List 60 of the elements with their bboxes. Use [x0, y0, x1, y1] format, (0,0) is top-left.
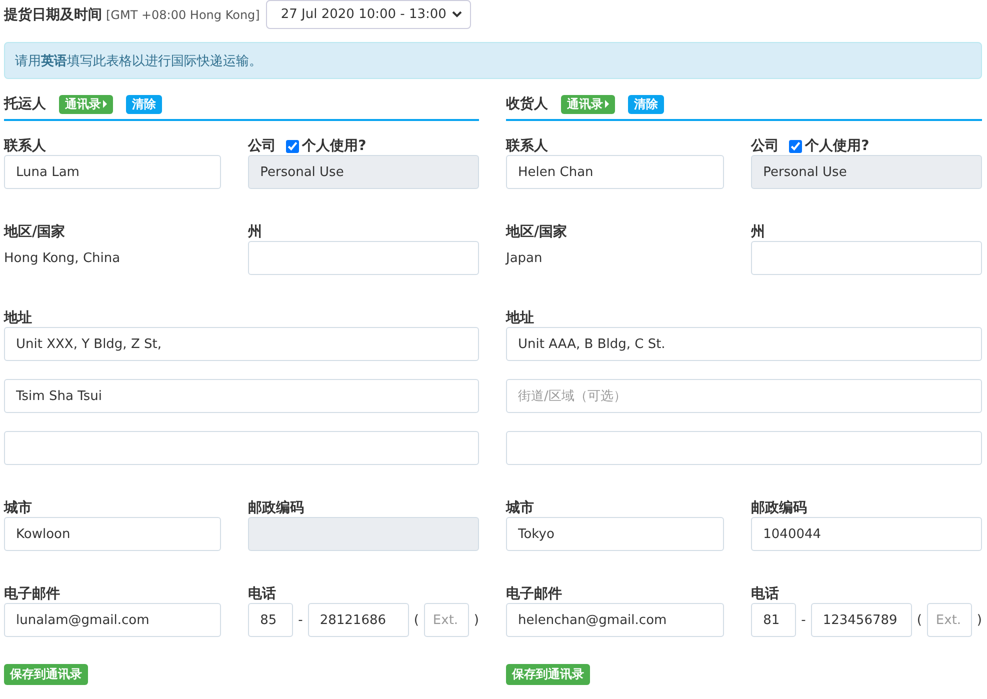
address-field[interactable]: 街道/区域（可选） [506, 379, 982, 413]
personal-use-checkbox[interactable] [286, 140, 300, 152]
field-label: 邮政编码 [248, 499, 306, 517]
address-field[interactable]: Unit XXX, Y Bldg, Z St, [4, 327, 479, 361]
field-label: 城市 [4, 499, 33, 517]
field-label: 州 [751, 223, 766, 241]
checkbox-label: 个人使用? [805, 137, 870, 155]
phone-number-field[interactable]: 123456789 [810, 603, 912, 637]
region-text: Japan [506, 250, 544, 268]
bracket-separator: ( [916, 612, 922, 628]
postal-code-field[interactable]: 1040044 [751, 517, 982, 551]
state-field[interactable] [751, 241, 982, 275]
contact-field[interactable]: Helen Chan [506, 155, 724, 189]
field-label: 地址 [4, 309, 33, 327]
alert-text: 请用英语填写此表格以进行国际快递运输。 [15, 52, 262, 70]
field-label: 联系人 [506, 137, 549, 155]
pickup-time-dropdown[interactable]: 27 Jul 2020 10:00 - 13:00 [266, 0, 471, 29]
field-label: 联系人 [4, 137, 47, 155]
field-label: 城市 [506, 499, 535, 517]
checkbox-label: 个人使用? [302, 137, 366, 155]
bracket-separator: ) [474, 612, 479, 628]
dash-separator: - [298, 612, 303, 628]
field-label: 州 [248, 223, 264, 241]
contact-field[interactable]: Luna Lam [4, 155, 222, 189]
section-title: 收货人 [506, 95, 548, 113]
country-code-field[interactable]: 81 [751, 603, 796, 637]
pickup-label: 提货日期及时间 [4, 6, 102, 24]
state-field[interactable] [248, 241, 479, 275]
personal-use-checkbox[interactable] [789, 140, 802, 152]
field-label: 电子邮件 [506, 585, 563, 603]
field-label: 电话 [751, 585, 780, 603]
section-title: 托运人 [4, 95, 46, 113]
field-label: 电话 [248, 585, 278, 603]
extension-field[interactable]: Ext. [926, 603, 972, 637]
city-field[interactable]: Tokyo [506, 517, 724, 551]
field-label: 电子邮件 [4, 585, 61, 603]
field-label: 地址 [506, 309, 535, 327]
email-field[interactable]: lunalam@gmail.com [4, 603, 222, 637]
email-field[interactable]: helenchan@gmail.com [506, 603, 724, 637]
region-text: Hong Kong, China [4, 250, 122, 268]
caret-icon [103, 100, 107, 108]
dash-separator: - [801, 612, 806, 628]
caret-icon [605, 100, 609, 108]
address-field[interactable]: Tsim Sha Tsui [4, 379, 479, 413]
field-label: 公司 [248, 137, 276, 155]
city-field[interactable]: Kowloon [4, 517, 222, 551]
field-label: 公司 [751, 137, 780, 155]
address-field[interactable] [4, 431, 479, 465]
phone-number-field[interactable]: 28121686 [308, 603, 409, 637]
bracket-separator: ) [976, 612, 982, 628]
timezone-text: [GMT +08:00 Hong Kong] [106, 8, 260, 22]
field-label: 邮政编码 [751, 499, 808, 517]
chevron-down-icon [452, 11, 462, 18]
address-field[interactable]: Unit AAA, B Bldg, C St. [506, 327, 982, 361]
extension-field[interactable]: Ext. [424, 603, 469, 637]
bracket-separator: ( [414, 612, 419, 628]
address-field[interactable] [506, 431, 982, 465]
field-label: 地区/国家 [4, 223, 66, 241]
country-code-field[interactable]: 85 [248, 603, 294, 637]
field-label: 地区/国家 [506, 223, 568, 241]
